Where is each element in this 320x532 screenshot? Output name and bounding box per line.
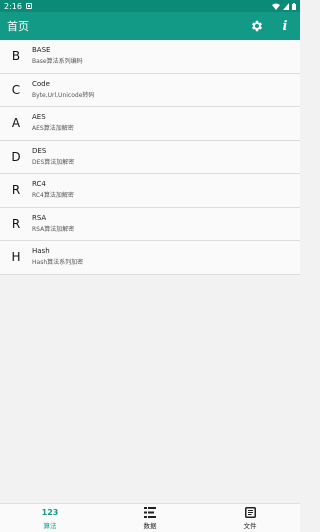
status-time: 2:16 xyxy=(4,1,22,11)
item-texts: DES DES算法加解密 xyxy=(32,147,74,167)
tab-label: 文件 xyxy=(243,522,257,530)
item-texts: AES AES算法加解密 xyxy=(32,113,74,133)
item-letter: R xyxy=(11,183,21,198)
info-button[interactable]: i xyxy=(277,18,293,34)
item-name: Hash xyxy=(32,247,50,256)
bottom-navigation: 123 算法 数据 文件 xyxy=(0,503,300,532)
item-letter: R xyxy=(11,216,21,231)
item-texts: RC4 RC4算法加解密 xyxy=(32,180,74,200)
item-name: Code xyxy=(32,79,50,88)
app-bar: 首页 i xyxy=(0,12,300,40)
item-name: RC4 xyxy=(32,180,46,189)
settings-button[interactable] xyxy=(249,18,265,34)
list-item-hash[interactable]: H Hash Hash算法系列加密 xyxy=(0,241,300,275)
gear-icon xyxy=(251,20,263,32)
item-letter: H xyxy=(11,250,21,265)
item-description: RSA算法加解密 xyxy=(32,225,75,233)
list-item-aes[interactable]: A AES AES算法加解密 xyxy=(0,107,300,141)
status-bar: 2:16 xyxy=(0,0,300,12)
info-icon: i xyxy=(282,18,288,34)
list-item-code[interactable]: C Code Byte,Url,Unicode转码 xyxy=(0,74,300,107)
tab-algorithm[interactable]: 123 算法 xyxy=(0,504,100,532)
tab-data[interactable]: 数据 xyxy=(100,504,200,532)
list-item-base[interactable]: B BASE Base算法系列编码 xyxy=(0,40,300,74)
item-description: Base算法系列编码 xyxy=(32,58,83,66)
item-letter: C xyxy=(11,82,21,97)
item-texts: Hash Hash算法系列加密 xyxy=(32,247,83,267)
signal-icon xyxy=(283,2,289,10)
item-letter: D xyxy=(11,149,21,164)
tab-label: 算法 xyxy=(43,522,57,530)
item-letter: B xyxy=(11,49,21,64)
item-name: RSA xyxy=(32,213,47,222)
item-texts: Code Byte,Url,Unicode转码 xyxy=(32,80,94,100)
item-description: RC4算法加解密 xyxy=(32,192,74,200)
tab-label: 数据 xyxy=(143,522,157,530)
item-description: Hash算法系列加密 xyxy=(32,259,84,267)
numbers-icon: 123 xyxy=(41,507,59,517)
battery-icon xyxy=(292,2,296,10)
page-title: 首页 xyxy=(7,20,29,33)
item-name: BASE xyxy=(32,46,51,55)
wifi-icon xyxy=(272,3,280,10)
item-description: AES算法加解密 xyxy=(32,125,74,133)
item-name: DES xyxy=(32,146,47,155)
item-description: Byte,Url,Unicode转码 xyxy=(32,91,95,99)
appbar-actions: i xyxy=(249,18,293,34)
list-item-des[interactable]: D DES DES算法加解密 xyxy=(0,141,300,174)
item-texts: RSA RSA算法加解密 xyxy=(32,214,74,234)
item-name: AES xyxy=(32,113,46,122)
document-icon xyxy=(244,506,256,518)
status-icons xyxy=(272,2,296,10)
item-texts: BASE Base算法系列编码 xyxy=(32,46,83,66)
notification-icon xyxy=(25,3,32,9)
item-letter: A xyxy=(11,116,21,131)
list-item-rc4[interactable]: R RC4 RC4算法加解密 xyxy=(0,174,300,208)
algorithm-list: B BASE Base算法系列编码 C Code Byte,Url,Unicod… xyxy=(0,40,300,275)
tab-file[interactable]: 文件 xyxy=(200,504,300,532)
list-icon xyxy=(144,506,156,518)
item-description: DES算法加解密 xyxy=(32,158,75,166)
list-item-rsa[interactable]: R RSA RSA算法加解密 xyxy=(0,208,300,241)
